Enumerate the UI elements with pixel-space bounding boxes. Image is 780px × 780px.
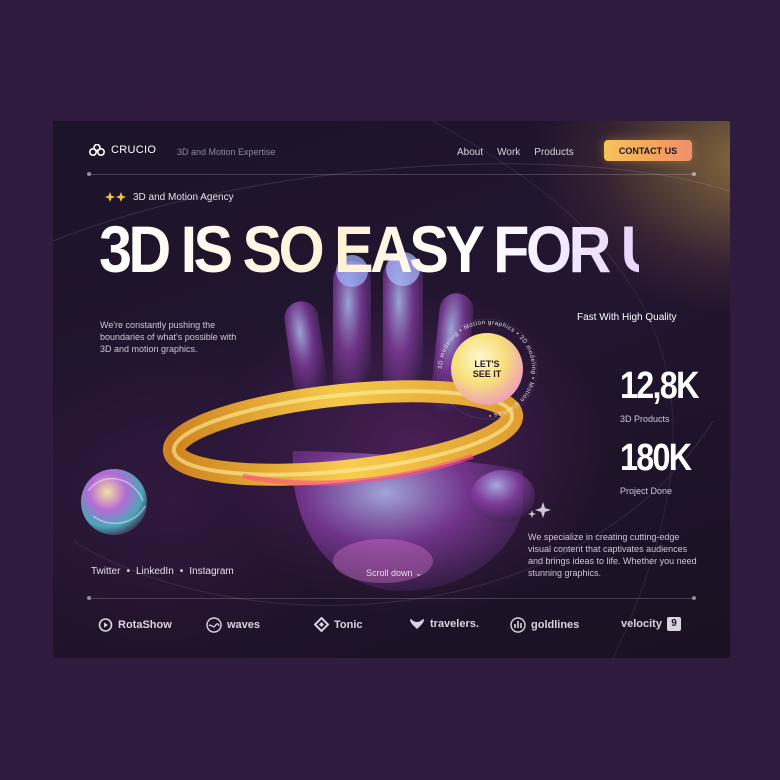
sparkle-icon [535,502,551,518]
brand-logo[interactable]: CRUCIO [89,144,156,156]
main-nav: About Work Products [457,147,574,158]
crucio-logo-icon [89,144,105,156]
hero-intro: We're constantly pushing the boundaries … [100,320,237,354]
footer-divider [89,598,694,599]
hero-headline: 3D IS SO EASY FOR US [99,209,700,289]
stat-products-label: 3D Products [620,414,670,424]
stat-projects-value: 180K [620,437,692,479]
lets-see-it-badge[interactable]: LET'S SEE IT [451,333,523,405]
stat-products-value: 12,8K [620,365,699,407]
chevron-down-icon: ⌄ [415,568,423,578]
rotashow-logo-icon [98,618,113,632]
nav-products[interactable]: Products [534,147,573,158]
services-description: We specialize in creating cutting-edge v… [528,532,697,578]
sparkles-icon [105,192,126,202]
nav-work[interactable]: Work [497,147,520,158]
travelers-logo-icon [410,619,424,629]
stat-projects-label: Project Done [620,486,673,496]
header-divider [89,174,694,175]
landing-page: CRUCIO 3D and Motion Expertise About Wor… [53,121,730,658]
brand-rotashow: RotaShow [98,617,172,632]
brand-tonic: Tonic [314,617,363,632]
brand-travelers: travelers. [409,617,479,631]
social-instagram[interactable]: Instagram [189,566,233,577]
social-twitter[interactable]: Twitter [91,566,120,577]
eyebrow-text: 3D and Motion Agency [133,191,234,203]
brand-velocity: velocity 9 [621,617,681,631]
scroll-down-link[interactable]: Scroll down ⌄ [366,568,423,579]
brand-goldlines: goldlines [510,617,579,633]
logo-text: CRUCIO [111,144,157,156]
badge-label: LET'S SEE IT [472,359,502,379]
iridescent-blob-graphic [81,469,147,535]
quality-tagline: Fast With High Quality [577,312,677,323]
social-linkedin[interactable]: LinkedIn [136,566,174,577]
hero-eyebrow: 3D and Motion Agency [105,191,234,203]
contact-us-button[interactable]: CONTACT US [604,140,692,161]
client-logos: RotaShow waves Tonic travelers. goldline… [53,617,730,637]
glass-hand-graphic [284,252,535,591]
social-links: Twitter • LinkedIn • Instagram [91,566,234,577]
waves-logo-icon [206,617,222,633]
tonic-logo-icon [314,617,329,632]
goldlines-logo-icon [510,617,526,633]
brand-waves: waves [206,617,260,633]
header-tagline: 3D and Motion Expertise [177,147,276,157]
velocity-logo-mark: 9 [666,617,681,631]
scroll-down-label: Scroll down [366,568,413,578]
nav-about[interactable]: About [457,147,483,158]
